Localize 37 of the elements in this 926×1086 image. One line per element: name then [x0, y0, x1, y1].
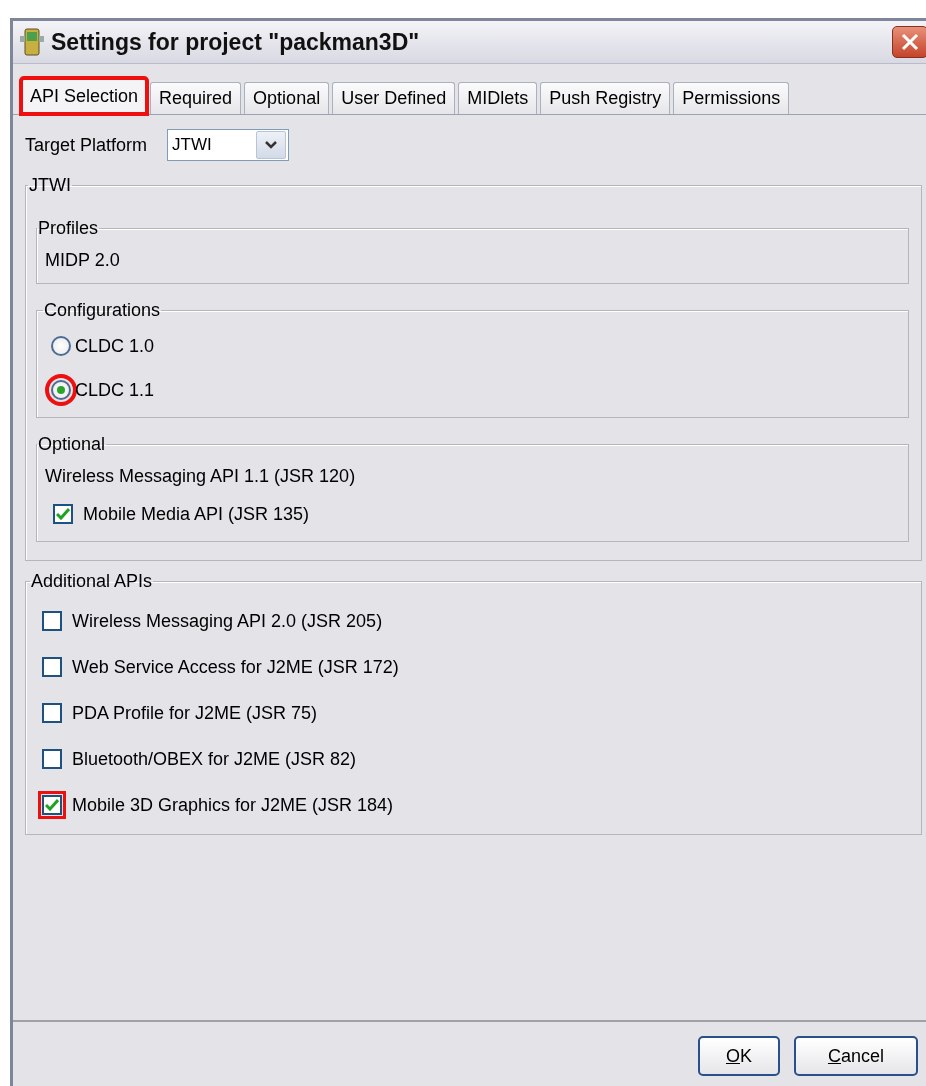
field-label: Target Platform [25, 134, 148, 156]
tab[interactable]: Optional [244, 82, 330, 114]
radio-label: CLDC 1.0 [75, 335, 155, 357]
phone-icon [19, 28, 45, 56]
tab[interactable]: MIDlets [458, 82, 538, 114]
radio-button[interactable] [51, 336, 71, 356]
checkbox-label: PDA Profile for J2ME (JSR 75) [72, 702, 318, 724]
group-title: Configurations [43, 300, 162, 321]
profile-text: MIDP 2.0 [45, 249, 120, 271]
checkbox[interactable] [42, 611, 62, 631]
checkbox-label: Mobile Media API (JSR 135) [83, 503, 310, 525]
tab[interactable]: Push Registry [540, 82, 671, 114]
close-icon [900, 32, 920, 52]
checkbox[interactable] [42, 657, 62, 677]
radio-label: CLDC 1.1 [75, 379, 155, 401]
dialog-button[interactable]: Cancel [794, 1036, 918, 1076]
window-title: Settings for project "packman3D" [51, 28, 421, 56]
tab[interactable]: API Selection [21, 78, 148, 114]
checkbox[interactable] [42, 703, 62, 723]
group-title: Profiles [37, 218, 100, 239]
api-text: Wireless Messaging API 1.1 (JSR 120) [45, 465, 356, 487]
checkbox[interactable] [53, 504, 73, 524]
chevron-down-icon[interactable] [256, 131, 287, 159]
close-button[interactable] [892, 26, 926, 58]
checkbox[interactable] [42, 749, 62, 769]
checkbox-label: Web Service Access for J2ME (JSR 172) [72, 656, 399, 678]
platform-dropdown[interactable]: JTWI [167, 129, 290, 161]
checkbox-label: Mobile 3D Graphics for J2ME (JSR 184) [72, 794, 394, 816]
group-title: Additional APIs [30, 571, 154, 592]
checkbox-label: Bluetooth/OBEX for J2ME (JSR 82) [72, 748, 357, 770]
checkbox-label: Wireless Messaging API 2.0 (JSR 205) [72, 610, 383, 632]
dialog-button[interactable]: OK [698, 1036, 780, 1076]
tab[interactable]: Permissions [673, 82, 790, 114]
group-title: Optional [37, 434, 107, 455]
group-title: JTWI [28, 175, 72, 196]
tab[interactable]: Required [150, 82, 242, 114]
tab[interactable]: User Defined [332, 82, 456, 114]
